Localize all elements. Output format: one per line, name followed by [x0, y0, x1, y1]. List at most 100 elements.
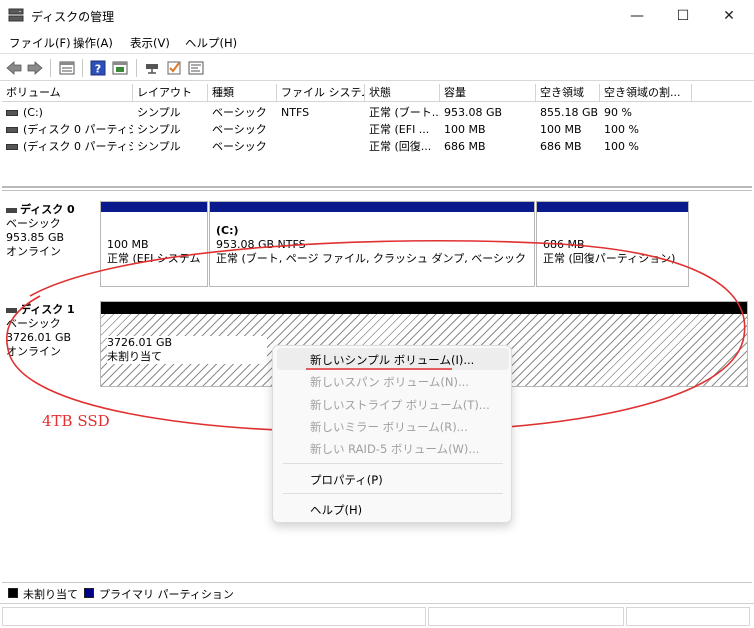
- status-pane: [428, 607, 624, 626]
- cell-layout: シンプル: [137, 123, 181, 136]
- partition-c[interactable]: (C:) 953.08 GB NTFS 正常 (ブート, ページ ファイル, ク…: [209, 201, 535, 287]
- back-button[interactable]: [4, 58, 24, 78]
- unallocated-bar: [101, 302, 747, 314]
- menu-help[interactable]: ヘルプ(H): [185, 35, 237, 51]
- cell-filesystem: NTFS: [281, 106, 310, 119]
- help-button[interactable]: ?: [88, 58, 108, 78]
- minimize-button[interactable]: —: [614, 0, 660, 32]
- drive-icon: [6, 127, 18, 133]
- cell-status: 正常 (回復...: [369, 140, 432, 153]
- window-title: ディスクの管理: [31, 10, 115, 24]
- check-button[interactable]: [164, 58, 184, 78]
- connect-button[interactable]: [142, 58, 162, 78]
- disk-1-label[interactable]: ディスク 1 ベーシック 3726.01 GB オンライン: [6, 303, 98, 383]
- status-pane: [2, 607, 426, 626]
- disk-management-icon: [8, 8, 24, 22]
- cell-free-space: 100 MB: [540, 123, 582, 136]
- primary-partition-bar: [537, 202, 688, 212]
- menu-file[interactable]: ファイル(F): [9, 35, 71, 51]
- volume-list-icon: [59, 61, 75, 75]
- cell-capacity: 100 MB: [444, 123, 486, 136]
- status-bar: [0, 603, 754, 628]
- cell-filesystem: [277, 121, 365, 138]
- cell-type: ベーシック: [212, 106, 267, 119]
- column-type[interactable]: 種類: [208, 84, 277, 102]
- primary-partition-bar: [210, 202, 534, 212]
- forward-arrow-icon: [27, 61, 43, 75]
- console-button[interactable]: [186, 58, 206, 78]
- connect-icon: [146, 64, 158, 74]
- table-row[interactable]: (ディスク 0 パーティシ... シンプル ベーシック 正常 (EFI ... …: [2, 121, 752, 138]
- cell-percent-free: 90 %: [604, 106, 632, 119]
- column-volume[interactable]: ボリューム: [2, 84, 133, 102]
- menu-item-help[interactable]: ヘルプ(H): [310, 502, 362, 518]
- menu-item-properties[interactable]: プロパティ(P): [310, 472, 383, 488]
- maximize-button[interactable]: ☐: [660, 0, 706, 32]
- properties-button[interactable]: [110, 58, 130, 78]
- menu-item-new-spanned-volume[interactable]: 新しいスパン ボリューム(N)...: [310, 374, 469, 390]
- cell-layout: シンプル: [137, 106, 181, 119]
- column-filesystem[interactable]: ファイル システム: [277, 84, 365, 102]
- table-row[interactable]: (ディスク 0 パーティシ... シンプル ベーシック 正常 (回復... 68…: [2, 138, 752, 155]
- menu-item-new-raid5-volume[interactable]: 新しい RAID-5 ボリューム(W)...: [310, 441, 479, 457]
- properties-icon: [112, 61, 128, 75]
- ssd-annotation-label: 4TB SSD: [42, 412, 110, 430]
- cell-free-space: 855.18 GB: [540, 106, 599, 119]
- context-menu: 新しいシンプル ボリューム(I)... 新しいスパン ボリューム(N)... 新…: [272, 345, 512, 523]
- partition-efi[interactable]: 100 MB 正常 (EFI システム: [100, 201, 208, 287]
- partition-recovery[interactable]: 686 MB 正常 (回復パーティション): [536, 201, 689, 287]
- column-free-space[interactable]: 空き領域: [536, 84, 600, 102]
- column-status[interactable]: 状態: [365, 84, 440, 102]
- forward-button[interactable]: [25, 58, 45, 78]
- column-capacity[interactable]: 容量: [440, 84, 536, 102]
- cell-type: ベーシック: [212, 123, 267, 136]
- column-percent-free[interactable]: 空き領域の割...: [600, 84, 692, 102]
- close-icon: ✕: [723, 8, 735, 24]
- volume-list: ボリューム レイアウト 種類 ファイル システム 状態 容量 空き領域 空き領域…: [2, 84, 752, 188]
- menu-view[interactable]: 表示(V): [130, 35, 170, 51]
- svg-text:?: ?: [95, 63, 101, 76]
- volume-list-header: ボリューム レイアウト 種類 ファイル システム 状態 容量 空き領域 空き領域…: [2, 84, 752, 102]
- title-bar: ディスクの管理 — ☐ ✕: [0, 0, 754, 32]
- legend-label-unallocated: 未割り当て: [23, 588, 78, 601]
- maximize-icon: ☐: [676, 8, 690, 24]
- check-icon: [167, 61, 181, 75]
- menu-item-new-simple-volume[interactable]: 新しいシンプル ボリューム(I)...: [310, 352, 474, 368]
- close-button[interactable]: ✕: [706, 0, 752, 32]
- cell-layout: シンプル: [137, 140, 181, 153]
- cell-type: ベーシック: [212, 140, 267, 153]
- menu-item-new-mirrored-volume[interactable]: 新しいミラー ボリューム(R)...: [310, 419, 468, 435]
- console-icon: [188, 61, 204, 75]
- cell-free-space: 686 MB: [540, 140, 582, 153]
- hard-disk-icon: [6, 307, 17, 313]
- toolbar-separator: [136, 59, 137, 77]
- cell-capacity: 953.08 GB: [444, 106, 503, 119]
- table-row[interactable]: (C:) シンプル ベーシック NTFS 正常 (ブート... 953.08 G…: [2, 104, 752, 121]
- menu-item-new-striped-volume[interactable]: 新しいストライプ ボリューム(T)...: [310, 397, 490, 413]
- legend-swatch-primary: [84, 588, 94, 598]
- legend-swatch-unallocated: [8, 588, 18, 598]
- menu-separator: [283, 493, 503, 494]
- drive-icon: [6, 144, 18, 150]
- cell-status: 正常 (EFI ...: [369, 123, 430, 136]
- hard-disk-icon: [6, 207, 17, 213]
- toolbar-separator: [82, 59, 83, 77]
- cell-volume: (ディスク 0 パーティシ...: [2, 121, 133, 138]
- drive-icon: [6, 110, 18, 116]
- column-layout[interactable]: レイアウト: [133, 84, 208, 102]
- menu-action[interactable]: 操作(A): [73, 35, 113, 51]
- cell-status: 正常 (ブート...: [369, 106, 440, 119]
- cell-volume: (C:): [2, 104, 133, 121]
- cell-percent-free: 100 %: [604, 123, 639, 136]
- help-icon: ?: [90, 60, 106, 76]
- menu-bar: ファイル(F) 操作(A) 表示(V) ヘルプ(H): [0, 32, 754, 52]
- minimize-icon: —: [630, 8, 644, 24]
- legend-label-primary: プライマリ パーティション: [99, 588, 234, 601]
- volume-list-button[interactable]: [57, 58, 77, 78]
- status-pane: [626, 607, 750, 626]
- legend: 未割り当て プライマリ パーティション: [2, 582, 752, 602]
- cell-volume: (ディスク 0 パーティシ...: [2, 138, 133, 155]
- cell-filesystem: [277, 138, 365, 155]
- toolbar-separator: [50, 59, 51, 77]
- disk-0-label[interactable]: ディスク 0 ベーシック 953.85 GB オンライン: [6, 203, 98, 283]
